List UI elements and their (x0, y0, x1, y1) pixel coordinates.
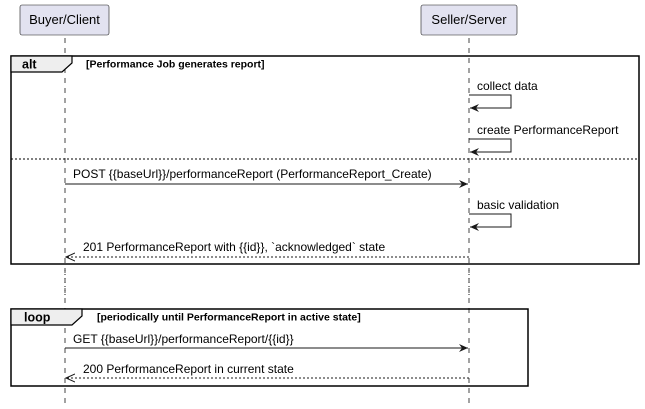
message-collect-data-label: collect data (477, 79, 538, 93)
message-basic-validation: basic validation (469, 198, 559, 231)
loop-keyword: loop (24, 311, 51, 325)
participant-buyer-label: Buyer/Client (29, 12, 100, 27)
message-post-request-label: POST {{baseUrl}}/performanceReport (Perf… (73, 167, 432, 181)
sequence-diagram: Buyer/Client Seller/Server alt [Performa… (10, 4, 640, 406)
participant-seller-label: Seller/Server (431, 12, 507, 27)
participant-seller: Seller/Server (420, 4, 518, 36)
message-get-request: GET {{baseUrl}}/performanceReport/{{id}} (65, 332, 468, 352)
message-post-response: 201 PerformanceReport with {{id}}, `ackn… (66, 240, 469, 257)
message-post-request: POST {{baseUrl}}/performanceReport (Perf… (65, 167, 468, 188)
message-get-response-label: 200 PerformanceReport in current state (83, 362, 294, 376)
alt-condition: [Performance Job generates report] (86, 59, 265, 71)
delay-indicator (64, 270, 470, 298)
loop-condition: [periodically until PerformanceReport in… (97, 312, 361, 324)
message-get-response: 200 PerformanceReport in current state (66, 362, 469, 378)
alt-keyword: alt (22, 58, 37, 72)
message-create-report-label: create PerformanceReport (477, 123, 619, 137)
message-collect-data: collect data (469, 79, 538, 112)
message-basic-validation-label: basic validation (477, 198, 559, 212)
message-get-request-label: GET {{baseUrl}}/performanceReport/{{id}} (73, 332, 294, 346)
message-create-report: create PerformanceReport (469, 123, 619, 156)
alt-fragment: alt [Performance Job generates report] (10, 55, 640, 265)
message-post-response-label: 201 PerformanceReport with {{id}}, `ackn… (83, 240, 386, 254)
participant-buyer: Buyer/Client (19, 4, 110, 36)
